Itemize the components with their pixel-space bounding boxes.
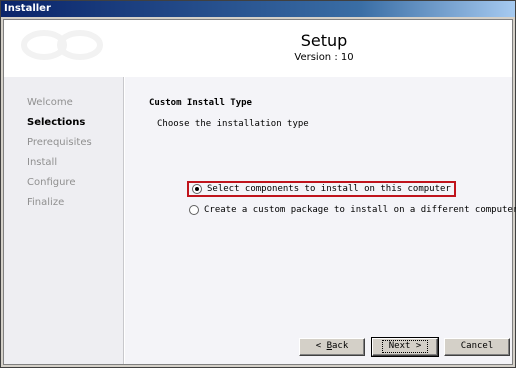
option-local-install-label: Select components to install on this com… [207,184,451,194]
option-custom-package[interactable]: Create a custom package to install on a … [189,205,516,215]
option-custom-package-label: Create a custom package to install on a … [204,205,516,215]
sidebar-item-finalize: Finalize [27,197,65,208]
installer-window: Installer Setup Version : 10 Welcome Sel… [0,0,516,368]
option-local-install[interactable]: Select components to install on this com… [187,181,456,197]
section-subtitle: Choose the installation type [157,119,309,129]
cancel-button[interactable]: Cancel [444,338,510,356]
header-banner: Setup Version : 10 [4,20,512,77]
version-label: Version : 10 [294,52,354,63]
client-area: Setup Version : 10 Welcome Selections Pr… [3,19,516,365]
steps-sidebar: Welcome Selections Prerequisites Install… [4,77,124,364]
radio-checked-icon[interactable] [192,184,202,194]
radio-unchecked-icon[interactable] [189,205,199,215]
back-button[interactable]: < Back [299,338,365,356]
sidebar-item-welcome: Welcome [27,97,73,108]
window-title: Installer [4,3,51,14]
next-button[interactable]: Next > [371,337,439,357]
sidebar-item-configure: Configure [27,177,76,188]
sidebar-item-selections: Selections [27,117,86,128]
main-panel: Custom Install Type Choose the installat… [125,77,516,364]
page-title: Setup [300,31,348,50]
title-bar[interactable]: Installer [1,1,515,17]
section-title: Custom Install Type [149,98,252,108]
sidebar-item-prerequisites: Prerequisites [27,137,92,148]
sidebar-item-install: Install [27,157,58,168]
